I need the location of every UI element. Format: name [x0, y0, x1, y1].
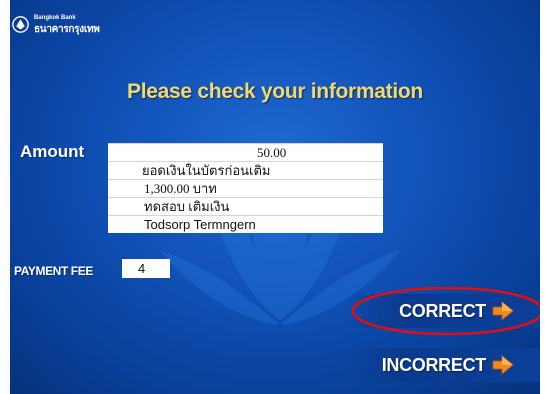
account-name-th: ทดสอบ เติมเงิน: [144, 199, 230, 214]
info-row-amount: 50.00: [108, 143, 383, 161]
orange-arrow-icon: [492, 355, 514, 375]
info-row-balance-label: ยอดเงินในบัตรก่อนเติม: [108, 161, 383, 179]
bank-name-en: Bangkok Bank: [34, 15, 76, 21]
page-title: Please check your information: [127, 80, 423, 103]
incorrect-button-label: INCORRECT: [381, 355, 487, 375]
payment-fee-box: 4: [122, 259, 170, 278]
info-row-account-name-th: ทดสอบ เติมเงิน: [108, 197, 383, 215]
incorrect-button[interactable]: INCORRECT: [345, 348, 540, 382]
bank-name-th: ธนาคารกรุงเทพ: [34, 24, 100, 35]
bangkok-bank-lotus-logo-icon: [12, 16, 29, 33]
balance-before-label: ยอดเงินในบัตรก่อนเติม: [142, 163, 271, 178]
account-name-en: Todsorp Termngern: [144, 217, 256, 232]
atm-screen: Bangkok Bank ธนาคารกรุงเทพ Please check …: [0, 0, 550, 394]
payment-fee-value: 4: [138, 261, 146, 276]
orange-arrow-icon: [492, 301, 514, 321]
info-row-account-name-en: Todsorp Termngern: [108, 215, 383, 233]
amount-label: Amount: [20, 142, 85, 161]
correct-button-label: CORRECT: [399, 301, 486, 321]
balance-value: 1,300.00 บาท: [144, 181, 217, 196]
info-row-balance: 1,300.00 บาท: [108, 179, 383, 197]
correct-button[interactable]: CORRECT: [345, 294, 540, 328]
amount-value: 50.00: [257, 145, 287, 160]
payment-fee-label: PAYMENT FEE: [14, 264, 93, 278]
